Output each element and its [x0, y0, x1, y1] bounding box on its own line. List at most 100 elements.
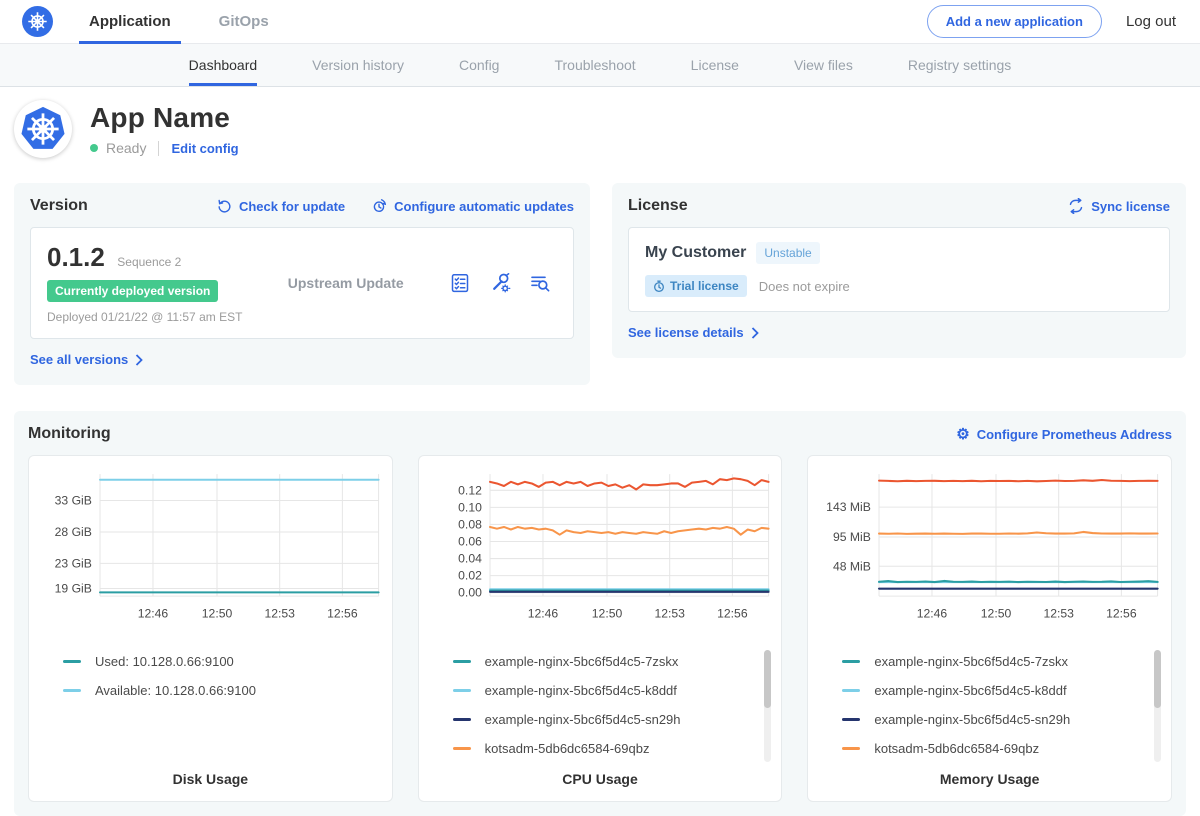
legend-scrollbar[interactable] — [1154, 650, 1161, 762]
version-source-label: Upstream Update — [242, 275, 449, 291]
legend-label: kotsadm-5db6dc6584-69qbz — [874, 741, 1039, 756]
app-status-label: Ready — [106, 140, 146, 156]
logout-button[interactable]: Log out — [1126, 13, 1176, 30]
kubernetes-heptagon-icon — [20, 106, 66, 152]
legend-item[interactable]: example-nginx-5bc6f5d4c5-7zskx — [453, 647, 774, 676]
svg-text:48 MiB: 48 MiB — [833, 559, 871, 573]
svg-text:0.08: 0.08 — [458, 517, 482, 531]
svg-text:12:46: 12:46 — [917, 606, 948, 620]
version-number: 0.1.2 — [47, 242, 105, 272]
page-title: App Name — [90, 102, 239, 134]
monitoring-title: Monitoring — [28, 425, 111, 443]
sync-license-label: Sync license — [1091, 199, 1170, 214]
check-for-update-link[interactable]: Check for update — [217, 198, 345, 214]
svg-text:0.04: 0.04 — [458, 552, 482, 566]
memory-usage-legend: example-nginx-5bc6f5d4c5-7zskx example-ng… — [842, 647, 1163, 765]
legend-label: kotsadm-5db6dc6584-69qbz — [485, 741, 650, 756]
legend-swatch — [842, 718, 860, 721]
legend-swatch — [453, 718, 471, 721]
svg-text:12:46: 12:46 — [138, 606, 169, 620]
kubernetes-logo-icon[interactable] — [22, 6, 53, 37]
cpu-usage-legend: example-nginx-5bc6f5d4c5-7zskxexample-ng… — [453, 647, 774, 765]
svg-text:12:50: 12:50 — [202, 606, 233, 620]
deployed-status-badge: Currently deployed version — [47, 280, 218, 302]
tab-version-history[interactable]: Version history — [312, 44, 404, 86]
charts-row: 12:4612:5012:5312:5633 GiB28 GiB23 GiB19… — [28, 455, 1172, 802]
sync-license-link[interactable]: Sync license — [1068, 198, 1170, 214]
chart-title: Memory Usage — [816, 771, 1163, 787]
tab-registry-settings[interactable]: Registry settings — [908, 44, 1011, 86]
legend-swatch — [453, 660, 471, 663]
legend-swatch — [842, 689, 860, 692]
app-tab-bar: Dashboard Version history Config Trouble… — [0, 44, 1200, 87]
see-all-versions-label: See all versions — [30, 352, 128, 367]
tab-license[interactable]: License — [691, 44, 739, 86]
tab-dashboard[interactable]: Dashboard — [189, 44, 258, 86]
svg-text:33 GiB: 33 GiB — [55, 494, 92, 508]
tab-troubleshoot[interactable]: Troubleshoot — [554, 44, 635, 86]
legend-scrollbar[interactable] — [764, 650, 771, 762]
memory-usage-plot: 12:4612:5012:5312:56143 MiB95 MiB48 MiB — [816, 468, 1163, 627]
add-application-button[interactable]: Add a new application — [927, 5, 1102, 38]
see-license-details-link[interactable]: See license details — [628, 325, 759, 340]
legend-label: example-nginx-5bc6f5d4c5-k8ddf — [874, 683, 1066, 698]
configure-automatic-updates-link[interactable]: Configure automatic updates — [371, 198, 574, 214]
tab-config[interactable]: Config — [459, 44, 499, 86]
svg-text:23 GiB: 23 GiB — [55, 556, 92, 570]
legend-item[interactable]: Used: 10.128.0.66:9100 — [63, 647, 384, 676]
license-details-card: My Customer Unstable Trial license Does … — [628, 227, 1170, 312]
configure-automatic-updates-label: Configure automatic updates — [394, 199, 574, 214]
cpu-usage-plot: 12:4612:5012:5312:560.120.100.080.060.04… — [427, 468, 774, 627]
svg-text:12:56: 12:56 — [717, 606, 748, 620]
schedule-update-icon — [371, 198, 387, 214]
sequence-label: Sequence 2 — [117, 255, 181, 269]
preflight-checks-icon[interactable] — [449, 272, 471, 294]
configure-prometheus-label: Configure Prometheus Address — [977, 427, 1172, 442]
deploy-logs-icon[interactable] — [529, 272, 551, 294]
nav-item-gitops[interactable]: GitOps — [219, 0, 269, 44]
scrollbar-thumb[interactable] — [1154, 650, 1161, 708]
legend-swatch — [453, 689, 471, 692]
scrollbar-thumb[interactable] — [764, 650, 771, 708]
version-info: 0.1.2 Sequence 2 Currently deployed vers… — [47, 242, 242, 324]
legend-item[interactable]: kotsadm-5db6dc6584-69qbz — [453, 734, 774, 763]
svg-text:0.10: 0.10 — [458, 500, 482, 514]
svg-text:143 MiB: 143 MiB — [827, 500, 872, 514]
svg-text:0.06: 0.06 — [458, 535, 482, 549]
svg-text:12:50: 12:50 — [591, 606, 622, 620]
legend-item[interactable]: Available: 10.128.0.66:9100 — [63, 676, 384, 705]
check-for-update-label: Check for update — [239, 199, 345, 214]
helm-wheel-icon — [26, 10, 49, 33]
license-type-badge: Trial license — [645, 275, 747, 297]
edit-config-link[interactable]: Edit config — [171, 141, 238, 156]
disk-usage-legend: Used: 10.128.0.66:9100 Available: 10.128.… — [63, 647, 384, 765]
see-license-details-label: See license details — [628, 325, 744, 340]
legend-item[interactable]: kotsadm-5db6dc6584-69qbz — [842, 734, 1163, 763]
legend-swatch — [842, 660, 860, 663]
disk-usage-chart-card: 12:4612:5012:5312:5633 GiB28 GiB23 GiB19… — [28, 455, 393, 802]
legend-item[interactable]: example-nginx-5bc6f5d4c5-k8ddf — [842, 676, 1163, 705]
legend-label: example-nginx-5bc6f5d4c5-sn29h — [485, 712, 681, 727]
legend-label: Available: 10.128.0.66:9100 — [95, 683, 256, 698]
svg-text:12:53: 12:53 — [1044, 606, 1075, 620]
legend-item[interactable]: example-nginx-5bc6f5d4c5-k8ddf — [453, 676, 774, 705]
configure-prometheus-link[interactable]: ⚙ Configure Prometheus Address — [956, 427, 1172, 442]
gear-icon: ⚙ — [956, 427, 969, 442]
svg-text:12:53: 12:53 — [654, 606, 685, 620]
legend-swatch — [453, 747, 471, 750]
tab-view-files[interactable]: View files — [794, 44, 853, 86]
nav-item-application[interactable]: Application — [89, 0, 171, 44]
legend-swatch — [63, 660, 81, 663]
ready-status-dot — [90, 144, 98, 152]
sync-icon — [1068, 198, 1084, 214]
legend-item[interactable]: example-nginx-5bc6f5d4c5-7zskx — [842, 647, 1163, 676]
legend-item[interactable]: example-nginx-5bc6f5d4c5-sn29h — [842, 705, 1163, 734]
legend-item[interactable]: example-nginx-5bc6f5d4c5-sn29h — [453, 705, 774, 734]
svg-text:0.00: 0.00 — [458, 586, 482, 600]
see-all-versions-link[interactable]: See all versions — [30, 352, 143, 367]
license-card-title: License — [628, 197, 688, 215]
top-nav: Application GitOps Add a new application… — [0, 0, 1200, 44]
config-wrench-icon[interactable] — [489, 272, 511, 294]
channel-badge: Unstable — [756, 242, 819, 264]
legend-swatch — [842, 747, 860, 750]
